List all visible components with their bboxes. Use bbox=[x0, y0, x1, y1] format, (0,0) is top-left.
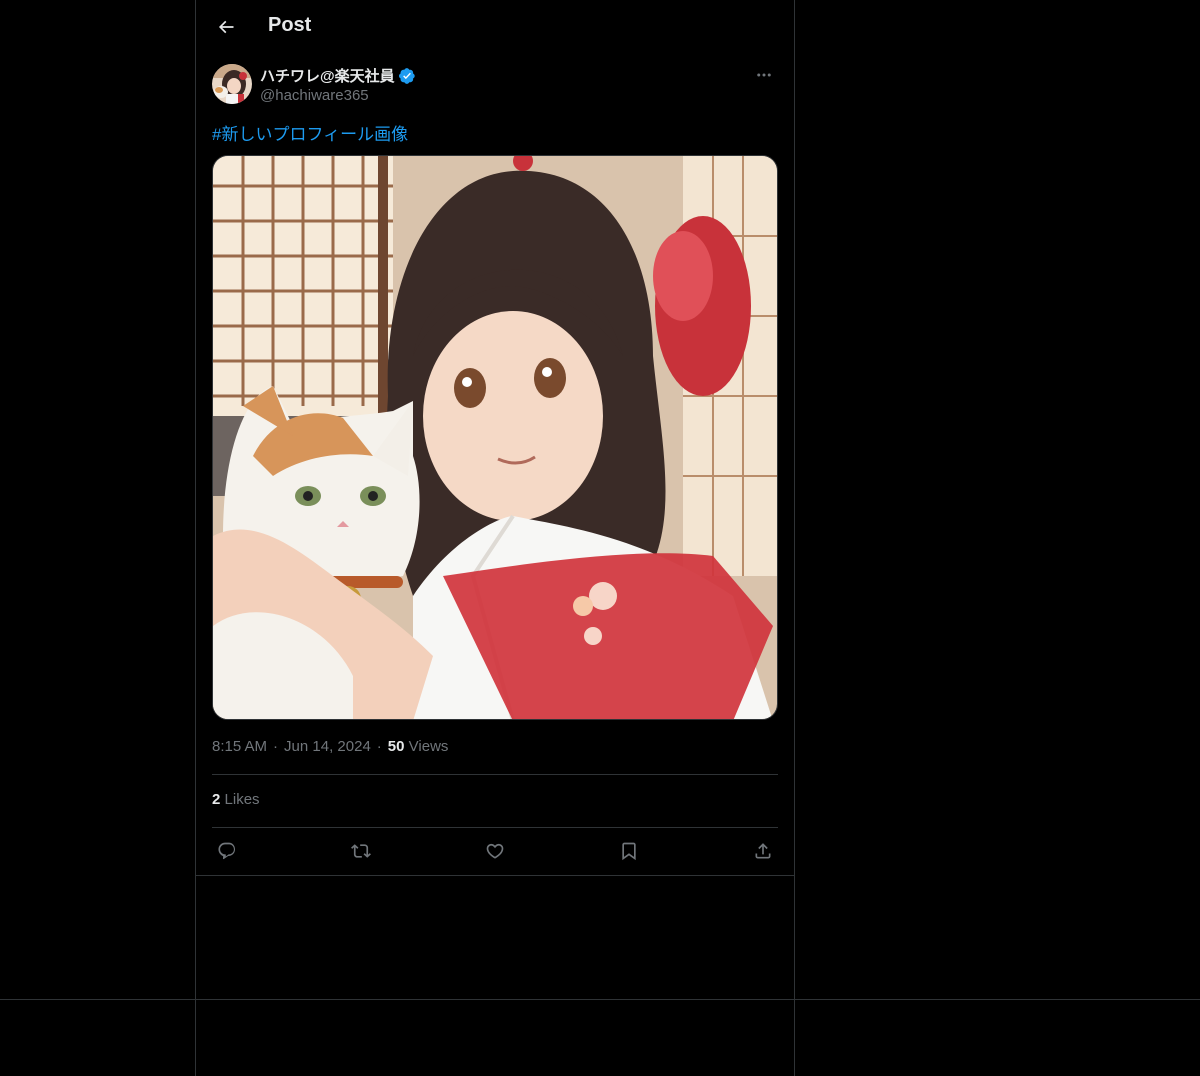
author-name-row[interactable]: ハチワレ@楽天社員 bbox=[260, 65, 416, 86]
share-button[interactable] bbox=[748, 836, 778, 866]
reply-button[interactable] bbox=[212, 836, 242, 866]
post-date[interactable]: Jun 14, 2024 bbox=[284, 738, 371, 755]
main-column: Post ハチワレ@楽天社員 @hachiware365 #新しいプロフィール画… bbox=[195, 0, 795, 1076]
post-header: Post bbox=[196, 0, 794, 54]
share-icon bbox=[753, 841, 773, 861]
author-display-name: ハチワレ@楽天社員 bbox=[260, 68, 395, 85]
more-button[interactable] bbox=[750, 64, 778, 86]
bookmark-button[interactable] bbox=[614, 836, 644, 866]
heart-icon bbox=[485, 841, 505, 861]
meta-separator: · bbox=[273, 738, 279, 755]
footer-divider bbox=[0, 999, 1200, 1000]
bookmark-icon bbox=[619, 841, 639, 861]
repost-icon bbox=[351, 841, 371, 861]
avatar[interactable] bbox=[212, 64, 252, 104]
divider bbox=[212, 774, 778, 775]
likes-count: 2 bbox=[212, 791, 221, 808]
divider bbox=[212, 827, 778, 828]
reply-icon bbox=[217, 841, 237, 861]
post-image[interactable] bbox=[212, 155, 778, 720]
more-horizontal-icon bbox=[755, 66, 773, 84]
arrow-left-icon bbox=[216, 17, 236, 37]
post-meta: 8:15 AM · Jun 14, 2024 · 50 Views bbox=[212, 738, 448, 755]
back-button[interactable] bbox=[210, 11, 242, 43]
meta-separator: · bbox=[376, 738, 382, 755]
likes-stat[interactable]: 2 Likes bbox=[212, 791, 260, 808]
hashtag-link[interactable]: #新しいプロフィール画像 bbox=[212, 120, 408, 145]
verified-badge-icon bbox=[398, 67, 416, 85]
author-handle[interactable]: @hachiware365 bbox=[260, 87, 369, 104]
views-stat[interactable]: 50 Views bbox=[388, 738, 449, 755]
like-button[interactable] bbox=[480, 836, 510, 866]
post-bottom-border bbox=[196, 875, 794, 876]
post-time[interactable]: 8:15 AM bbox=[212, 738, 267, 755]
post-author: ハチワレ@楽天社員 @hachiware365 bbox=[212, 64, 778, 108]
page-title: Post bbox=[268, 14, 312, 36]
likes-label: Likes bbox=[224, 791, 260, 808]
repost-button[interactable] bbox=[346, 836, 376, 866]
post-actions bbox=[212, 836, 778, 866]
views-label: Views bbox=[408, 738, 449, 755]
views-count: 50 bbox=[387, 738, 405, 755]
